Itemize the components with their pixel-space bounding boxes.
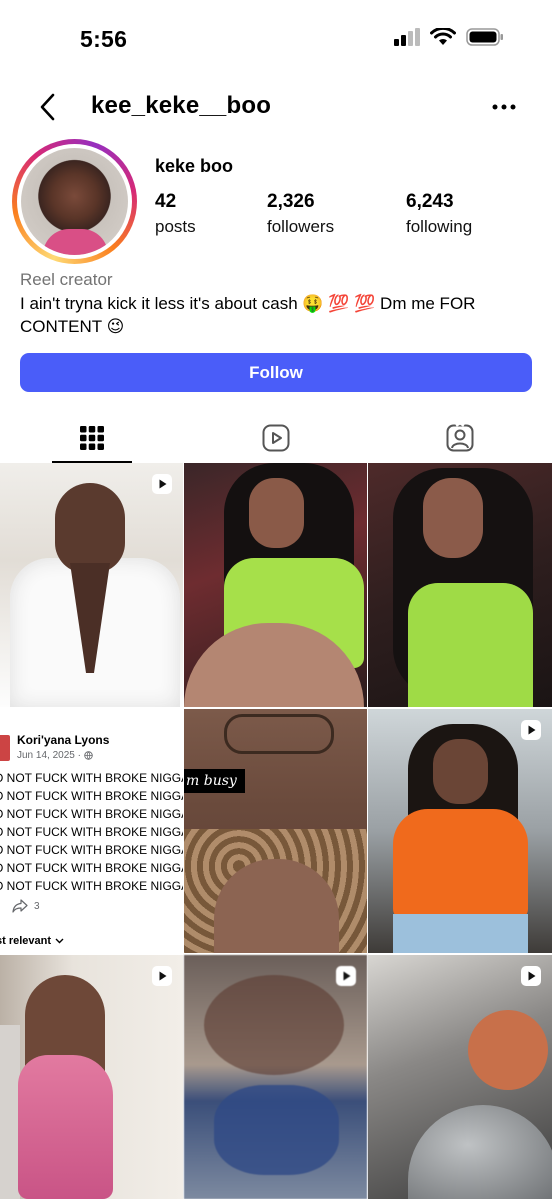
grid-post-8[interactable] [184, 955, 367, 1199]
grid-post-1[interactable] [0, 463, 183, 707]
sort-label: st relevant [0, 935, 52, 947]
tab-reels[interactable] [184, 412, 368, 463]
post-text-line: O NOT FUCK WITH BROKE NIGGA [0, 843, 183, 857]
profile-category: Reel creator [20, 270, 113, 289]
display-name: keke boo [155, 156, 234, 176]
avatar-story-ring[interactable] [12, 139, 137, 264]
grid-post-9[interactable] [368, 955, 552, 1199]
post-text-line: O NOT FUCK WITH BROKE NIGGA [0, 807, 183, 821]
profile-header: kee_keke__boo [0, 80, 552, 136]
battery-icon [466, 28, 503, 46]
share-count: 3 [34, 900, 40, 912]
follow-button[interactable]: Follow [20, 353, 532, 392]
stat-following[interactable]: 6,243 following [406, 191, 472, 237]
status-bar: 5:56 [0, 0, 552, 80]
grid-post-4[interactable]: Kori'yana Lyons Jun 14, 2025 · O NOT FUC… [0, 709, 183, 953]
post-text-line: O NOT FUCK WITH BROKE NIGGA [0, 771, 183, 785]
posts-label: posts [155, 217, 196, 236]
more-icon [492, 104, 516, 110]
reel-badge-icon [336, 966, 356, 986]
followers-label: followers [267, 217, 335, 236]
stat-posts[interactable]: 42 posts [155, 191, 196, 237]
post-date: Jun 14, 2025 · [17, 750, 81, 761]
avatar [21, 148, 128, 255]
profile-bio: I ain't tryna kick it less it's about ca… [20, 294, 476, 336]
followers-count: 2,326 [267, 191, 315, 212]
post-text-line: O NOT FUCK WITH BROKE NIGGA [0, 861, 183, 875]
post-text-line: O NOT FUCK WITH BROKE NIGGA [0, 789, 183, 803]
tab-tagged[interactable] [368, 412, 552, 463]
globe-icon [84, 751, 93, 760]
post-author-name: Kori'yana Lyons [17, 733, 110, 747]
more-options-button[interactable] [486, 90, 522, 124]
post-text-line: O NOT FUCK WITH BROKE NIGGA [0, 879, 183, 893]
post-text-lines: O NOT FUCK WITH BROKE NIGGA O NOT FUCK W… [0, 769, 183, 895]
grid-icon [80, 425, 104, 450]
status-time: 5:56 [80, 26, 128, 52]
grid-post-6[interactable] [368, 709, 552, 953]
share-icon [12, 899, 28, 913]
reels-icon [262, 424, 290, 451]
post-author-avatar [0, 735, 10, 761]
reel-badge-icon [521, 966, 541, 986]
chevron-left-icon [40, 93, 55, 121]
following-count: 6,243 [406, 191, 454, 212]
grid-post-3[interactable] [368, 463, 552, 707]
reel-badge-icon [521, 720, 541, 740]
stat-followers[interactable]: 2,326 followers [267, 191, 334, 237]
profile-tabs [0, 412, 552, 463]
grid-post-7[interactable] [0, 955, 183, 1199]
tagged-icon [446, 423, 474, 451]
reel-badge-icon [152, 474, 172, 494]
following-label: following [406, 217, 473, 236]
status-icons [394, 28, 504, 46]
overlay-text: m busy [184, 769, 245, 793]
posts-grid: Kori'yana Lyons Jun 14, 2025 · O NOT FUC… [0, 463, 552, 1199]
grid-post-2[interactable] [184, 463, 367, 707]
grid-post-5[interactable]: m busy [184, 709, 367, 953]
back-button[interactable] [30, 90, 64, 124]
header-username: kee_keke__boo [91, 92, 272, 119]
post-text-line: O NOT FUCK WITH BROKE NIGGA [0, 825, 183, 839]
signal-icon [394, 28, 420, 46]
reel-badge-icon [152, 966, 172, 986]
posts-count: 42 [155, 191, 177, 212]
wifi-icon [430, 28, 456, 45]
chevron-down-icon [55, 938, 64, 944]
tab-grid[interactable] [0, 412, 184, 463]
